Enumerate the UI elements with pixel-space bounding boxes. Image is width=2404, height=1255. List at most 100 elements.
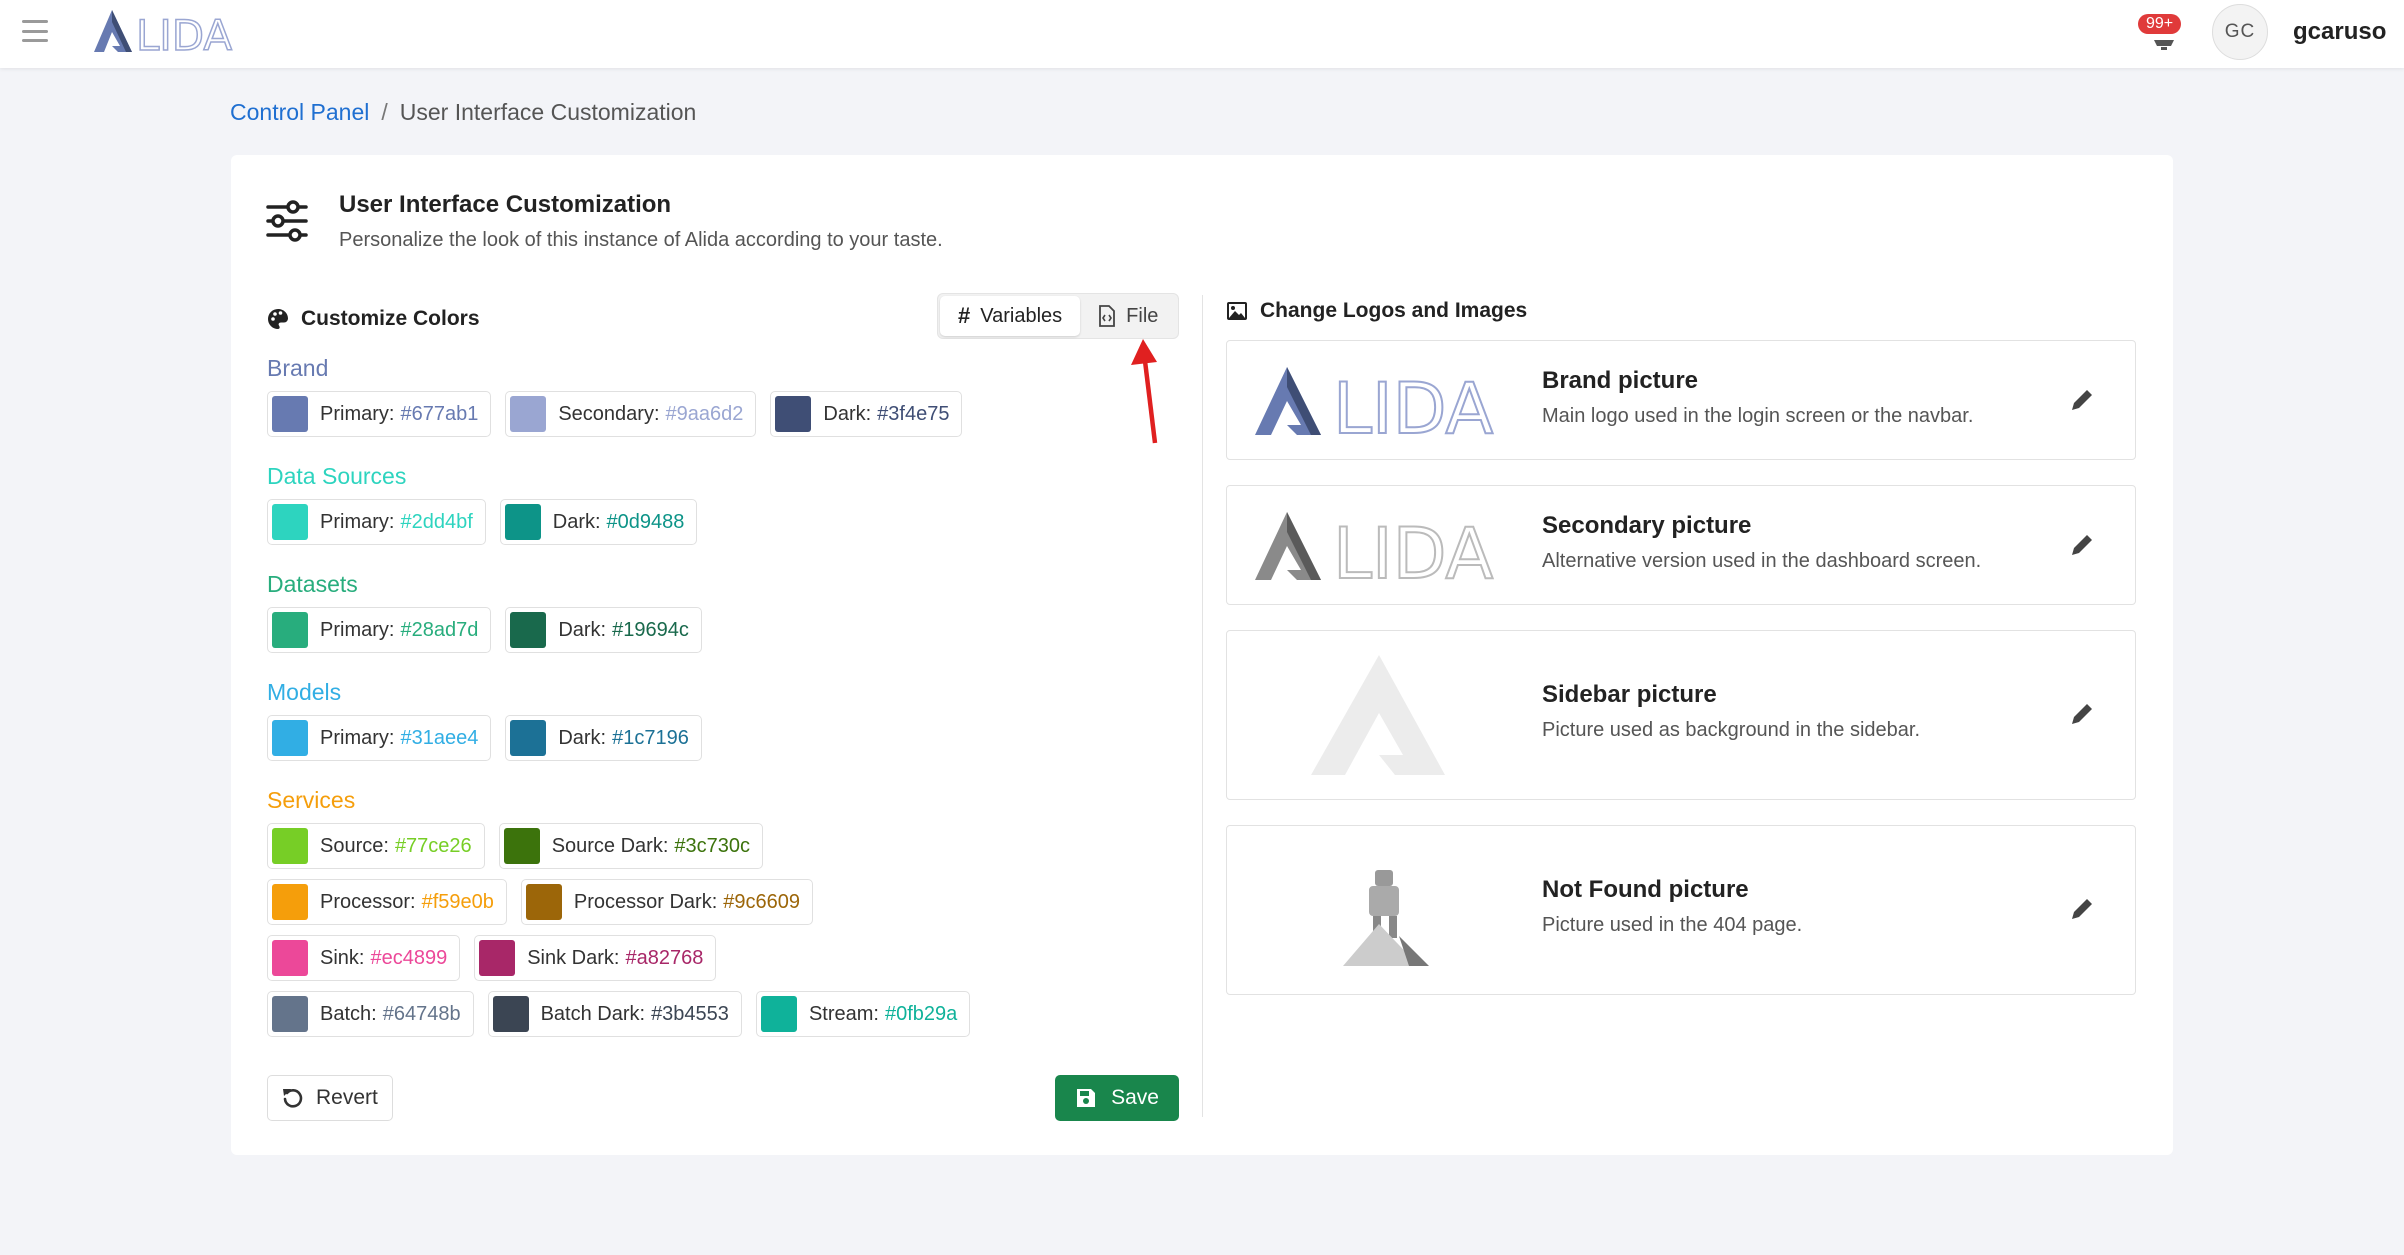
color-swatch [479, 940, 516, 976]
image-icon [1227, 302, 1247, 320]
pencil-icon[interactable] [2069, 532, 2095, 558]
color-chip[interactable]: Batch Dark: #3b4553 [487, 991, 742, 1037]
undo-icon [283, 1089, 303, 1108]
secondary-picture-thumbnail: LIDA [1255, 512, 1494, 586]
brand-picture-description: Main logo used in the login screen or th… [1542, 405, 1974, 427]
group-label-models: Models [267, 679, 342, 705]
secondary-picture-description: Alternative version used in the dashboar… [1542, 550, 1982, 572]
color-chip[interactable]: Dark: #19694c [505, 607, 702, 653]
color-swatch [503, 828, 540, 864]
breadcrumb: Control Panel / User Interface Customiza… [230, 99, 696, 126]
color-chip[interactable]: Dark: #1c7196 [505, 715, 702, 761]
services-chip-row: Sink: #ec4899 Sink Dark: #a82768 [267, 935, 717, 981]
breadcrumb-control-panel-link[interactable]: Control Panel [230, 99, 369, 126]
navbar: LIDA 99+ GC gcaruso [0, 0, 2404, 68]
color-swatch [775, 396, 812, 432]
color-chip[interactable]: Dark: #3f4e75 [770, 391, 963, 437]
brand-picture-thumbnail: LIDA [1255, 367, 1494, 441]
chip-value: #3c730c [674, 834, 751, 857]
chip-label: Primary: [320, 618, 395, 641]
image-card-sidebar: Sidebar picture Picture used as backgrou… [1226, 630, 2136, 800]
color-chip[interactable]: Sink Dark: #a82768 [474, 935, 717, 981]
color-chip[interactable]: Processor: #f59e0b [267, 879, 507, 925]
color-swatch [272, 720, 308, 756]
color-swatch [510, 720, 547, 756]
chip-label: Processor Dark: [573, 890, 718, 913]
chip-value: #9c6609 [723, 890, 801, 913]
color-chip[interactable]: Secondary: #9aa6d2 [505, 391, 757, 437]
red-arrow-annotation [1131, 339, 1158, 444]
image-card-not-found: Not Found picture Picture used in the 40… [1226, 825, 2136, 995]
username-menu[interactable]: gcaruso [2293, 18, 2386, 46]
color-chip[interactable]: Stream: #0fb29a [755, 991, 971, 1037]
chip-value: #77ce26 [394, 834, 472, 857]
tab-file[interactable]: File [1080, 296, 1176, 336]
sidebar-picture-thumbnail [1311, 655, 1445, 775]
color-chip[interactable]: Source Dark: #3c730c [498, 823, 764, 869]
customize-colors-label: Customize Colors [301, 307, 480, 330]
chip-value: #19694c [612, 618, 689, 641]
color-chip[interactable]: Primary: #31aee4 [267, 715, 492, 761]
tab-variables-label: Variables [980, 304, 1063, 327]
chip-label: Dark: [558, 726, 607, 749]
breadcrumb-separator: / [381, 99, 388, 125]
color-chip[interactable]: Batch: #64748b [267, 991, 474, 1037]
chip-value: #0d9488 [606, 510, 685, 533]
services-chip-row: Source: #77ce26 Source Dark: #3c730c [267, 823, 764, 869]
color-chip[interactable]: Primary: #28ad7d [267, 607, 492, 653]
chip-value: #a82768 [625, 946, 704, 969]
chip-label: Dark: [558, 618, 607, 641]
services-chip-row: Batch: #64748b Batch Dark: #3b4553 Stream:… [267, 991, 971, 1037]
color-chip[interactable]: Dark: #0d9488 [499, 499, 698, 545]
notifications-button[interactable]: 99+ [2138, 14, 2198, 50]
sidebar-picture-description: Picture used as background in the sideba… [1542, 719, 1921, 741]
pencil-icon[interactable] [2069, 387, 2095, 413]
color-chip[interactable]: Primary: #2dd4bf [267, 499, 486, 545]
brand-picture-name: Brand picture [1542, 367, 1699, 394]
color-swatch [525, 884, 562, 920]
sidebar-picture-name: Sidebar picture [1542, 681, 1717, 708]
group-label-data-sources: Data Sources [267, 463, 407, 489]
tab-variables[interactable]: # Variables [940, 296, 1081, 336]
palette-icon [268, 309, 288, 329]
chip-label: Batch: [320, 1002, 377, 1025]
alida-logo[interactable]: LIDA [92, 6, 262, 56]
change-logos-title: Change Logos and Images [1226, 299, 1527, 323]
not-found-picture-thumbnail [1343, 870, 1429, 966]
chip-label: Source: [320, 834, 389, 857]
chip-value: #1c7196 [612, 726, 689, 749]
chip-value: #31aee4 [400, 726, 479, 749]
color-chip[interactable]: Processor Dark: #9c6609 [520, 879, 814, 925]
revert-button[interactable]: Revert [267, 1075, 393, 1121]
color-chip[interactable]: Source: #77ce26 [267, 823, 485, 869]
chip-value: #3b4553 [651, 1002, 729, 1025]
chip-label: Sink Dark: [527, 946, 620, 969]
chip-value: #28ad7d [400, 618, 479, 641]
column-divider [1202, 295, 1203, 1117]
color-swatch [272, 504, 308, 540]
chip-label: Dark: [823, 402, 872, 425]
color-swatch [510, 612, 547, 648]
save-button[interactable]: Save [1055, 1075, 1179, 1121]
pencil-icon[interactable] [2069, 896, 2095, 922]
pencil-icon[interactable] [2069, 701, 2095, 727]
models-chip-row: Primary: #31aee4 Dark: #1c7196 [267, 715, 702, 761]
chip-value: #ec4899 [370, 946, 448, 969]
user-avatar[interactable]: GC [2212, 4, 2268, 60]
chip-label: Primary: [320, 726, 395, 749]
save-label: Save [1111, 1086, 1159, 1109]
breadcrumb-current: User Interface Customization [399, 99, 697, 125]
mode-toggle: # Variables File [937, 293, 1180, 339]
menu-toggle-icon[interactable] [22, 20, 48, 42]
not-found-picture-name: Not Found picture [1542, 876, 1749, 903]
chip-value: #9aa6d2 [665, 402, 744, 425]
file-code-icon [1099, 305, 1116, 327]
color-chip[interactable]: Primary: #677ab1 [267, 391, 492, 437]
tab-file-label: File [1126, 304, 1159, 327]
brand-chip-row: Primary: #677ab1 Secondary: #9aa6d2 Dark: #… [267, 391, 963, 437]
logo-wordmark: LIDA [136, 11, 232, 56]
revert-label: Revert [316, 1086, 378, 1109]
color-swatch [272, 996, 308, 1032]
color-chip[interactable]: Sink: #ec4899 [267, 935, 461, 981]
group-label-datasets: Datasets [267, 571, 358, 597]
